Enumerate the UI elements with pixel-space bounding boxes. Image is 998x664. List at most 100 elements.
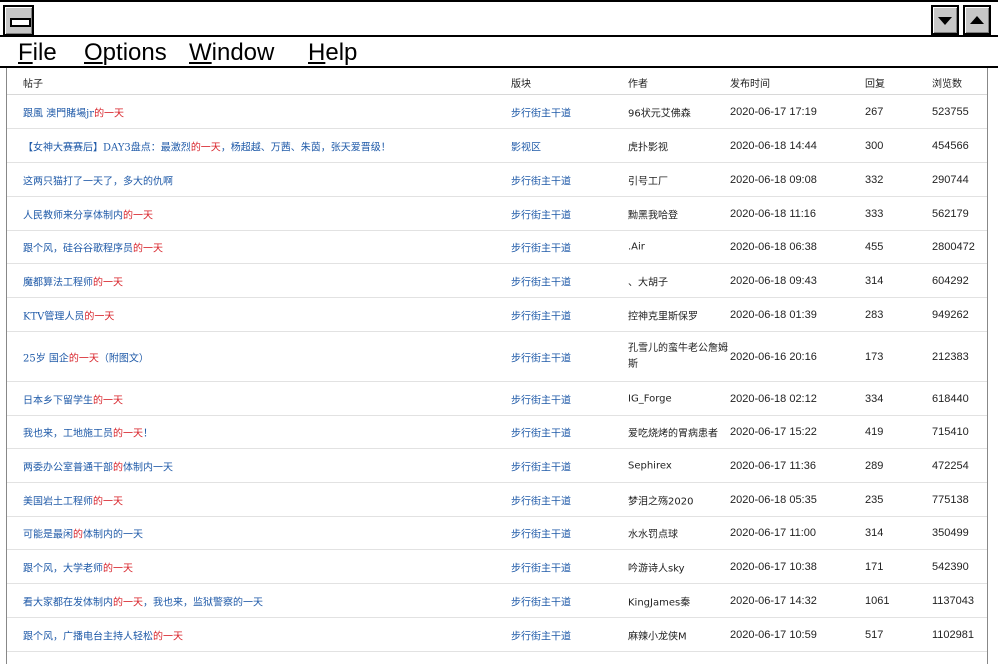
table-row[interactable]: 两委办公室普通干部的体制内一天 步行街主干道 Sephirex 2020-06-17 … (7, 449, 987, 483)
table-row[interactable]: 跟風 澳門賭場jr的一天 步行街主干道 96状元艾佛森 2020-06-17 17:1… (7, 95, 987, 129)
post-title-text: 我也来，工地施工员 (23, 428, 113, 440)
post-title-link[interactable]: 跟个风，大学老师的一天 (23, 559, 133, 574)
menu-file[interactable]: File (18, 39, 57, 67)
board-link[interactable]: 步行街主干道 (511, 391, 571, 406)
post-title-link[interactable]: 跟个风，广播电台主持人轻松的一天 (23, 627, 183, 642)
post-title-text: 美国岩土工程师 (23, 496, 93, 507)
view-count: 472254 (932, 459, 969, 472)
board-link[interactable]: 步行街主干道 (511, 206, 571, 221)
header-time[interactable]: 发布时间 (730, 75, 770, 90)
author-name[interactable]: 、大胡子 (628, 273, 668, 288)
view-count: 523755 (932, 105, 969, 118)
menu-options[interactable]: Options (84, 39, 167, 67)
author-name[interactable]: 麻辣小龙侠M (628, 627, 687, 642)
table-row[interactable]: KTV管理人员的一天 步行街主干道 控神克里斯保罗 2020-06-18 01:39 2… (7, 298, 987, 332)
view-count: 715410 (932, 426, 969, 438)
table-row[interactable]: 25岁 国企的一天（附图文） 步行街主干道 孔雪儿的蛮牛老公詹姆斯 2020-06-1… (7, 332, 987, 382)
table-row[interactable]: 人民教师来分享体制内的一天 步行街主干道 黝黑我哈登 2020-06-18 11:16… (7, 197, 987, 231)
post-title-text: 跟个风，大学老师 (23, 563, 103, 574)
header-title[interactable]: 帖子 (23, 75, 43, 90)
header-board[interactable]: 版块 (511, 75, 531, 90)
post-title-link[interactable]: 看大家都在发体制内的一天，我也来，监狱警察的一天 (23, 593, 263, 608)
menu-window[interactable]: Window (189, 39, 274, 67)
post-title-link[interactable]: 日本乡下留学生的一天 (23, 391, 123, 406)
header-views[interactable]: 浏览数 (932, 75, 962, 90)
post-title-link[interactable]: 我也来，工地施工员的一天！ (23, 425, 153, 440)
control-menu-button[interactable] (3, 5, 34, 36)
view-count: 1137043 (932, 594, 975, 607)
post-time: 2020-06-17 10:38 (730, 560, 817, 573)
post-title-text: 【女神大赛赛后】DAY3盘点：最激烈 (23, 142, 191, 153)
board-link[interactable]: 步行街主干道 (511, 559, 571, 574)
header-replies[interactable]: 回复 (865, 75, 885, 90)
table-row[interactable]: 我也来，工地施工员的一天！ 步行街主干道 爱吃烧烤的胃病患者 2020-06-17 1… (7, 416, 987, 449)
author-name[interactable]: 爱吃烧烤的胃病患者 (628, 425, 718, 440)
post-title-link[interactable]: 两委办公室普通干部的体制内一天 (23, 458, 173, 473)
table-row[interactable]: 【女神大赛赛后】DAY3盘点：最激烈的一天，杨超越、万茜、朱茵，张天爱晋级！ 影视… (7, 129, 987, 163)
table-row[interactable]: 可能是最闲的体制内的一天 步行街主干道 水水罚点球 2020-06-17 11:00 3… (7, 517, 987, 550)
table-row[interactable]: 日本乡下留学生的一天 步行街主干道 IG_Forge 2020-06-18 02:12… (7, 382, 987, 416)
author-name[interactable]: .Air (628, 242, 645, 253)
table-row[interactable]: 美国岩土工程师的一天 步行街主干道 梦泪之殇2020 2020-06-18 05:35… (7, 483, 987, 517)
table-row[interactable]: 这两只猫打了一天了，多大的仇啊 步行街主干道 引号工厂 2020-06-18 09:0… (7, 163, 987, 197)
post-title-link[interactable]: 跟个风，硅谷谷歌程序员的一天 (23, 240, 163, 255)
post-title-text: 人民教师来分享体制内 (23, 210, 123, 221)
author-name[interactable]: 黝黑我哈登 (628, 206, 678, 221)
board-link[interactable]: 步行街主干道 (511, 172, 571, 187)
post-title-link[interactable]: 人民教师来分享体制内的一天 (23, 206, 153, 221)
post-title-highlight: 的一天 (190, 142, 221, 153)
post-title-link[interactable]: 跟風 澳門賭場jr的一天 (23, 104, 124, 119)
author-name[interactable]: 虎扑影视 (628, 138, 668, 153)
post-title-link[interactable]: 25岁 国企的一天（附图文） (23, 349, 149, 364)
board-link[interactable]: 步行街主干道 (511, 425, 571, 440)
board-link[interactable]: 步行街主干道 (511, 307, 571, 322)
board-link[interactable]: 步行街主干道 (511, 458, 571, 473)
post-title-link[interactable]: 美国岩土工程师的一天 (23, 492, 123, 507)
author-name[interactable]: IG_Forge (628, 393, 672, 404)
author-name[interactable]: 96状元艾佛森 (628, 104, 691, 119)
table-header: 帖子 版块 作者 发布时间 回复 浏览数 (7, 68, 987, 95)
header-author[interactable]: 作者 (628, 75, 648, 90)
reply-count: 419 (865, 426, 884, 438)
author-name[interactable]: 梦泪之殇2020 (628, 492, 693, 507)
board-link[interactable]: 步行街主干道 (511, 627, 571, 642)
post-title-link[interactable]: 魔都算法工程师的一天 (23, 273, 123, 288)
author-name[interactable]: 水水罚点球 (628, 526, 678, 541)
board-link[interactable]: 步行街主干道 (511, 349, 571, 364)
author-name[interactable]: KingJames秦 (628, 593, 690, 608)
reply-count: 332 (865, 173, 884, 186)
post-title-text: 可能是最闲 (23, 529, 73, 541)
table-row[interactable]: 跟个风，大学老师的一天 步行街主干道 吟游诗人sky 2020-06-17 10:38… (7, 550, 987, 584)
table-row[interactable]: 跟个风，硅谷谷歌程序员的一天 步行街主干道 .Air 2020-06-18 06:38… (7, 231, 987, 264)
post-title-highlight: 的一天 (113, 597, 143, 608)
board-link[interactable]: 步行街主干道 (511, 492, 571, 507)
maximize-button[interactable] (963, 5, 991, 35)
post-title-link[interactable]: 这两只猫打了一天了，多大的仇啊 (23, 172, 173, 187)
post-title-link[interactable]: 【女神大赛赛后】DAY3盘点：最激烈的一天，杨超越、万茜、朱茵，张天爱晋级！ (23, 138, 391, 153)
minimize-button[interactable] (931, 5, 959, 35)
author-name[interactable]: 吟游诗人sky (628, 559, 685, 574)
post-title-link[interactable]: 可能是最闲的体制内的一天 (23, 526, 143, 541)
post-title-highlight: 的一天 (113, 428, 143, 440)
board-link[interactable]: 步行街主干道 (511, 104, 571, 119)
post-title-text: 跟个风，硅谷谷歌程序员 (23, 243, 133, 255)
post-title-link[interactable]: KTV管理人员的一天 (23, 307, 114, 322)
board-link[interactable]: 步行街主干道 (511, 273, 571, 288)
board-link[interactable]: 步行街主干道 (511, 240, 571, 255)
view-count: 775138 (932, 493, 969, 506)
post-time: 2020-06-17 17:19 (730, 105, 817, 118)
author-name[interactable]: 控神克里斯保罗 (628, 307, 698, 322)
author-name[interactable]: 孔雪儿的蛮牛老公詹姆斯 (628, 341, 728, 373)
author-name[interactable]: 引号工厂 (628, 172, 668, 187)
table-row[interactable]: 跟个风，广播电台主持人轻松的一天 步行街主干道 麻辣小龙侠M 2020-06-17 1… (7, 618, 987, 652)
board-link[interactable]: 步行街主干道 (511, 593, 571, 608)
author-name[interactable]: Sephirex (628, 460, 672, 471)
post-title-text: 25岁 国企 (23, 353, 69, 364)
table-row[interactable]: 看大家都在发体制内的一天，我也来，监狱警察的一天 步行街主干道 KingJames秦… (7, 584, 987, 618)
board-link[interactable]: 步行街主干道 (511, 526, 571, 541)
board-link[interactable]: 影视区 (511, 138, 541, 153)
view-count: 290744 (932, 173, 969, 186)
post-time: 2020-06-18 09:08 (730, 173, 817, 186)
table-row[interactable]: 魔都算法工程师的一天 步行街主干道 、大胡子 2020-06-18 09:43 314 6… (7, 264, 987, 298)
menu-help[interactable]: Help (308, 39, 357, 67)
